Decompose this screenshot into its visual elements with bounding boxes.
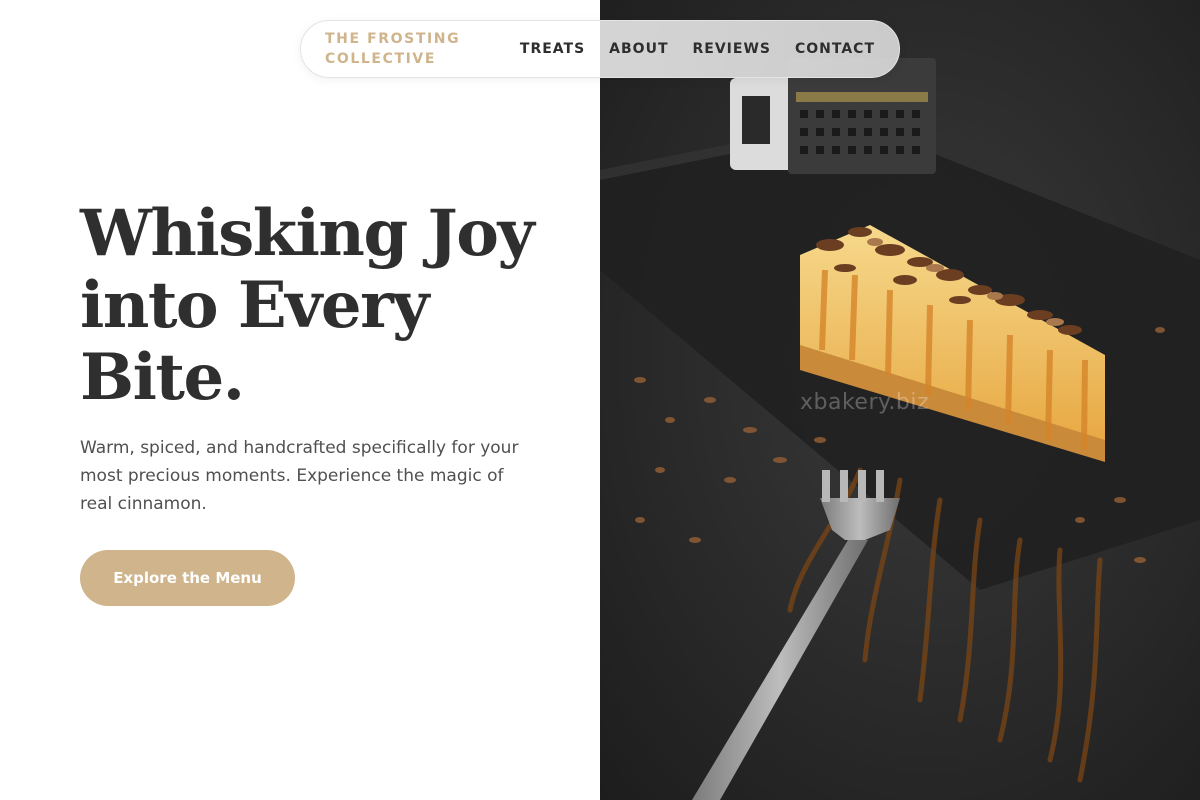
photo-watermark: xbakery.biz: [800, 390, 930, 415]
brand-logo[interactable]: THE FROSTING COLLECTIVE: [325, 29, 475, 69]
hero-title-line: Whisking Joy: [80, 196, 535, 271]
landing-page: Whisking Joy into Every Bite. Warm, spic…: [0, 0, 1200, 800]
top-navigation: THE FROSTING COLLECTIVE TREATS ABOUT REV…: [300, 20, 900, 78]
hero-title-line: into Every: [80, 268, 429, 343]
hero-title: Whisking Joy into Every Bite.: [80, 198, 580, 414]
nav-link-reviews[interactable]: REVIEWS: [693, 41, 771, 57]
nav-links: TREATS ABOUT REVIEWS CONTACT: [520, 41, 875, 57]
brand-line: COLLECTIVE: [325, 51, 437, 67]
hero-left-panel: Whisking Joy into Every Bite. Warm, spic…: [0, 0, 600, 800]
explore-menu-button[interactable]: Explore the Menu: [80, 550, 295, 606]
nav-link-treats[interactable]: TREATS: [520, 41, 585, 57]
nav-link-about[interactable]: ABOUT: [609, 41, 668, 57]
brand-line: THE FROSTING: [325, 31, 461, 47]
hero-description: Warm, spiced, and handcrafted specifical…: [80, 438, 519, 514]
hero-title-line: Bite.: [80, 340, 245, 415]
nav-link-contact[interactable]: CONTACT: [795, 41, 875, 57]
